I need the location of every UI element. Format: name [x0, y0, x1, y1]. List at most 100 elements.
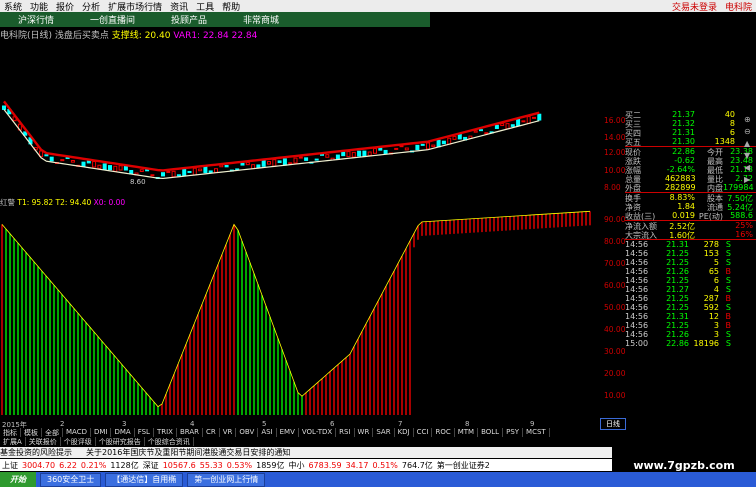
indicator-tab[interactable]: ROC [432, 428, 455, 437]
menu-item-system[interactable]: 系统 [0, 0, 26, 13]
indicator-tab[interactable]: 指标 [0, 428, 21, 437]
date-tick: 6 [330, 420, 335, 428]
zoom-out-icon[interactable]: ⊖ [744, 127, 756, 139]
toolbar-advisor[interactable]: 投顾产品 [153, 13, 225, 26]
candle [166, 170, 171, 173]
zx-label[interactable]: 中小 [286, 460, 306, 471]
indicator-tab[interactable]: BOLL [478, 428, 504, 437]
stat-value: 282899 [665, 183, 696, 192]
indicator-tab[interactable]: TRIX [154, 428, 177, 437]
indicator-tab[interactable]: OBV [236, 428, 259, 437]
period-selector[interactable]: 日线 [600, 418, 626, 430]
menu-item-tools[interactable]: 工具 [192, 0, 218, 13]
tick-price: 21.27 [666, 285, 689, 294]
indicator-tab[interactable]: RSI [336, 428, 355, 437]
candle [341, 151, 346, 157]
indicator-tab[interactable]: PSY [503, 428, 524, 437]
news-item[interactable]: 基金投资的风险提示 [0, 447, 72, 458]
down-icon[interactable]: ▼ [744, 151, 756, 163]
tick-row: 14:56 21.27 4 S [625, 285, 756, 294]
stat-row: 大宗流入 1.60亿 16% [625, 230, 756, 240]
candle [92, 161, 97, 168]
indicator-tab[interactable]: DMI [91, 428, 112, 437]
candle [203, 166, 208, 174]
extension-tab[interactable]: 个股研究报告 [96, 437, 145, 446]
indicator-chart[interactable] [0, 205, 600, 420]
extension-tab[interactable]: 关联报价 [26, 437, 61, 446]
extension-tab[interactable]: 个股评级 [61, 437, 96, 446]
candle [97, 164, 102, 169]
indicator-tab[interactable]: DMA [111, 428, 135, 437]
toolbar-live[interactable]: 一创直播间 [72, 13, 153, 26]
indicator-tab[interactable]: MCST [523, 428, 550, 437]
trade-login-link[interactable]: 交易未登录 [668, 0, 721, 13]
right-icon[interactable]: ▶ [744, 175, 756, 187]
zoom-in-icon[interactable]: ⊕ [744, 115, 756, 127]
bid-row[interactable]: 买三 21.32 8 [625, 119, 756, 129]
candle [510, 124, 515, 127]
tick-time: 14:56 [625, 321, 649, 330]
low-marker: 8.60 [130, 178, 146, 186]
candle [102, 163, 107, 171]
candle [441, 140, 446, 145]
menu-item-quote[interactable]: 报价 [52, 0, 78, 13]
candle [383, 149, 388, 155]
indicator-tab[interactable]: CCI [414, 428, 433, 437]
indicator-tab[interactable]: 全部 [42, 428, 63, 437]
bid-row[interactable]: 买五 21.30 1348 [625, 137, 756, 147]
bid-row[interactable]: 买四 21.31 6 [625, 128, 756, 138]
taskbar-button[interactable]: 360安全卫士 [40, 472, 102, 487]
indicator-tab[interactable]: SAR [373, 428, 395, 437]
menu-item-ext-market[interactable]: 扩展市场行情 [104, 0, 166, 13]
candle [267, 161, 271, 165]
taskbar-button[interactable]: 第一创业网上行情 [187, 472, 266, 487]
start-button[interactable]: 开始 [0, 472, 36, 487]
indicator-tab[interactable]: VR [220, 428, 237, 437]
status-message: 第一创业证券2 [436, 460, 490, 470]
indicator-tab[interactable]: MACD [63, 428, 91, 437]
indicator-tab[interactable]: KDJ [395, 428, 414, 437]
indicator-tab[interactable]: CR [203, 428, 220, 437]
menu-item-info[interactable]: 资讯 [166, 0, 192, 13]
indicator-tab[interactable]: FSL [135, 428, 154, 437]
indicator-tab[interactable]: MTM [455, 428, 479, 437]
stat-label: 换手 [625, 194, 641, 203]
zx-amount: 764.7亿 [401, 460, 433, 470]
menu-item-analysis[interactable]: 分析 [78, 0, 104, 13]
tick-row: 14:56 21.25 6 S [625, 276, 756, 285]
stat-label2: 流通 [707, 203, 723, 212]
index-bar: 上证 3004.70 6.22 0.21% 1128亿 深证 10567.6 5… [0, 459, 612, 471]
left-icon[interactable]: ◀ [744, 163, 756, 175]
extension-tab[interactable]: 扩展A [0, 437, 26, 446]
sz-label[interactable]: 深证 [141, 460, 161, 471]
candle [415, 144, 420, 151]
candle [123, 165, 128, 171]
indicator-tab[interactable]: 模板 [21, 428, 42, 437]
toolbar-mall[interactable]: 非常商城 [225, 13, 297, 26]
bid-row[interactable]: 买二 21.37 40 [625, 110, 756, 120]
menu-item-function[interactable]: 功能 [26, 0, 52, 13]
chart-title: 电科院(日线) 浅盘后买卖点 支撑线: 20.40 VAR1: 22.84 22… [0, 28, 600, 41]
news-item[interactable]: 关于2016年国庆节及重阳节期间港股通交易日安排的通知 [86, 447, 290, 458]
indicator-tab[interactable]: BRAR [177, 428, 203, 437]
tick-volume: 5 [713, 258, 719, 267]
stat-value2: 5.24亿 [727, 203, 753, 212]
menu-item-help[interactable]: 帮助 [218, 0, 244, 13]
candle [399, 145, 404, 148]
stat-label2: PE(动) [698, 212, 723, 221]
toolbar-market[interactable]: 沪深行情 [0, 13, 72, 26]
stat-value: 462883 [665, 174, 696, 183]
watermark: www.7gpzb.com [633, 459, 735, 472]
kline-chart[interactable] [0, 38, 600, 198]
sh-label[interactable]: 上证 [0, 460, 20, 471]
broker-link[interactable]: 电科院 [721, 0, 756, 13]
up-icon[interactable]: ▲ [744, 139, 756, 151]
indicator-tab[interactable]: VOL-TDX [299, 428, 337, 437]
indicator-tab[interactable]: EMV [277, 428, 299, 437]
indicator-tab[interactable]: ASI [258, 428, 277, 437]
indicator-tab[interactable]: WR [355, 428, 374, 437]
date-tick: 2 [60, 420, 65, 428]
taskbar-button[interactable]: 【通达信】自用椭 [105, 472, 184, 487]
candle [86, 160, 91, 164]
extension-tab[interactable]: 个股综合资讯 [145, 437, 194, 446]
